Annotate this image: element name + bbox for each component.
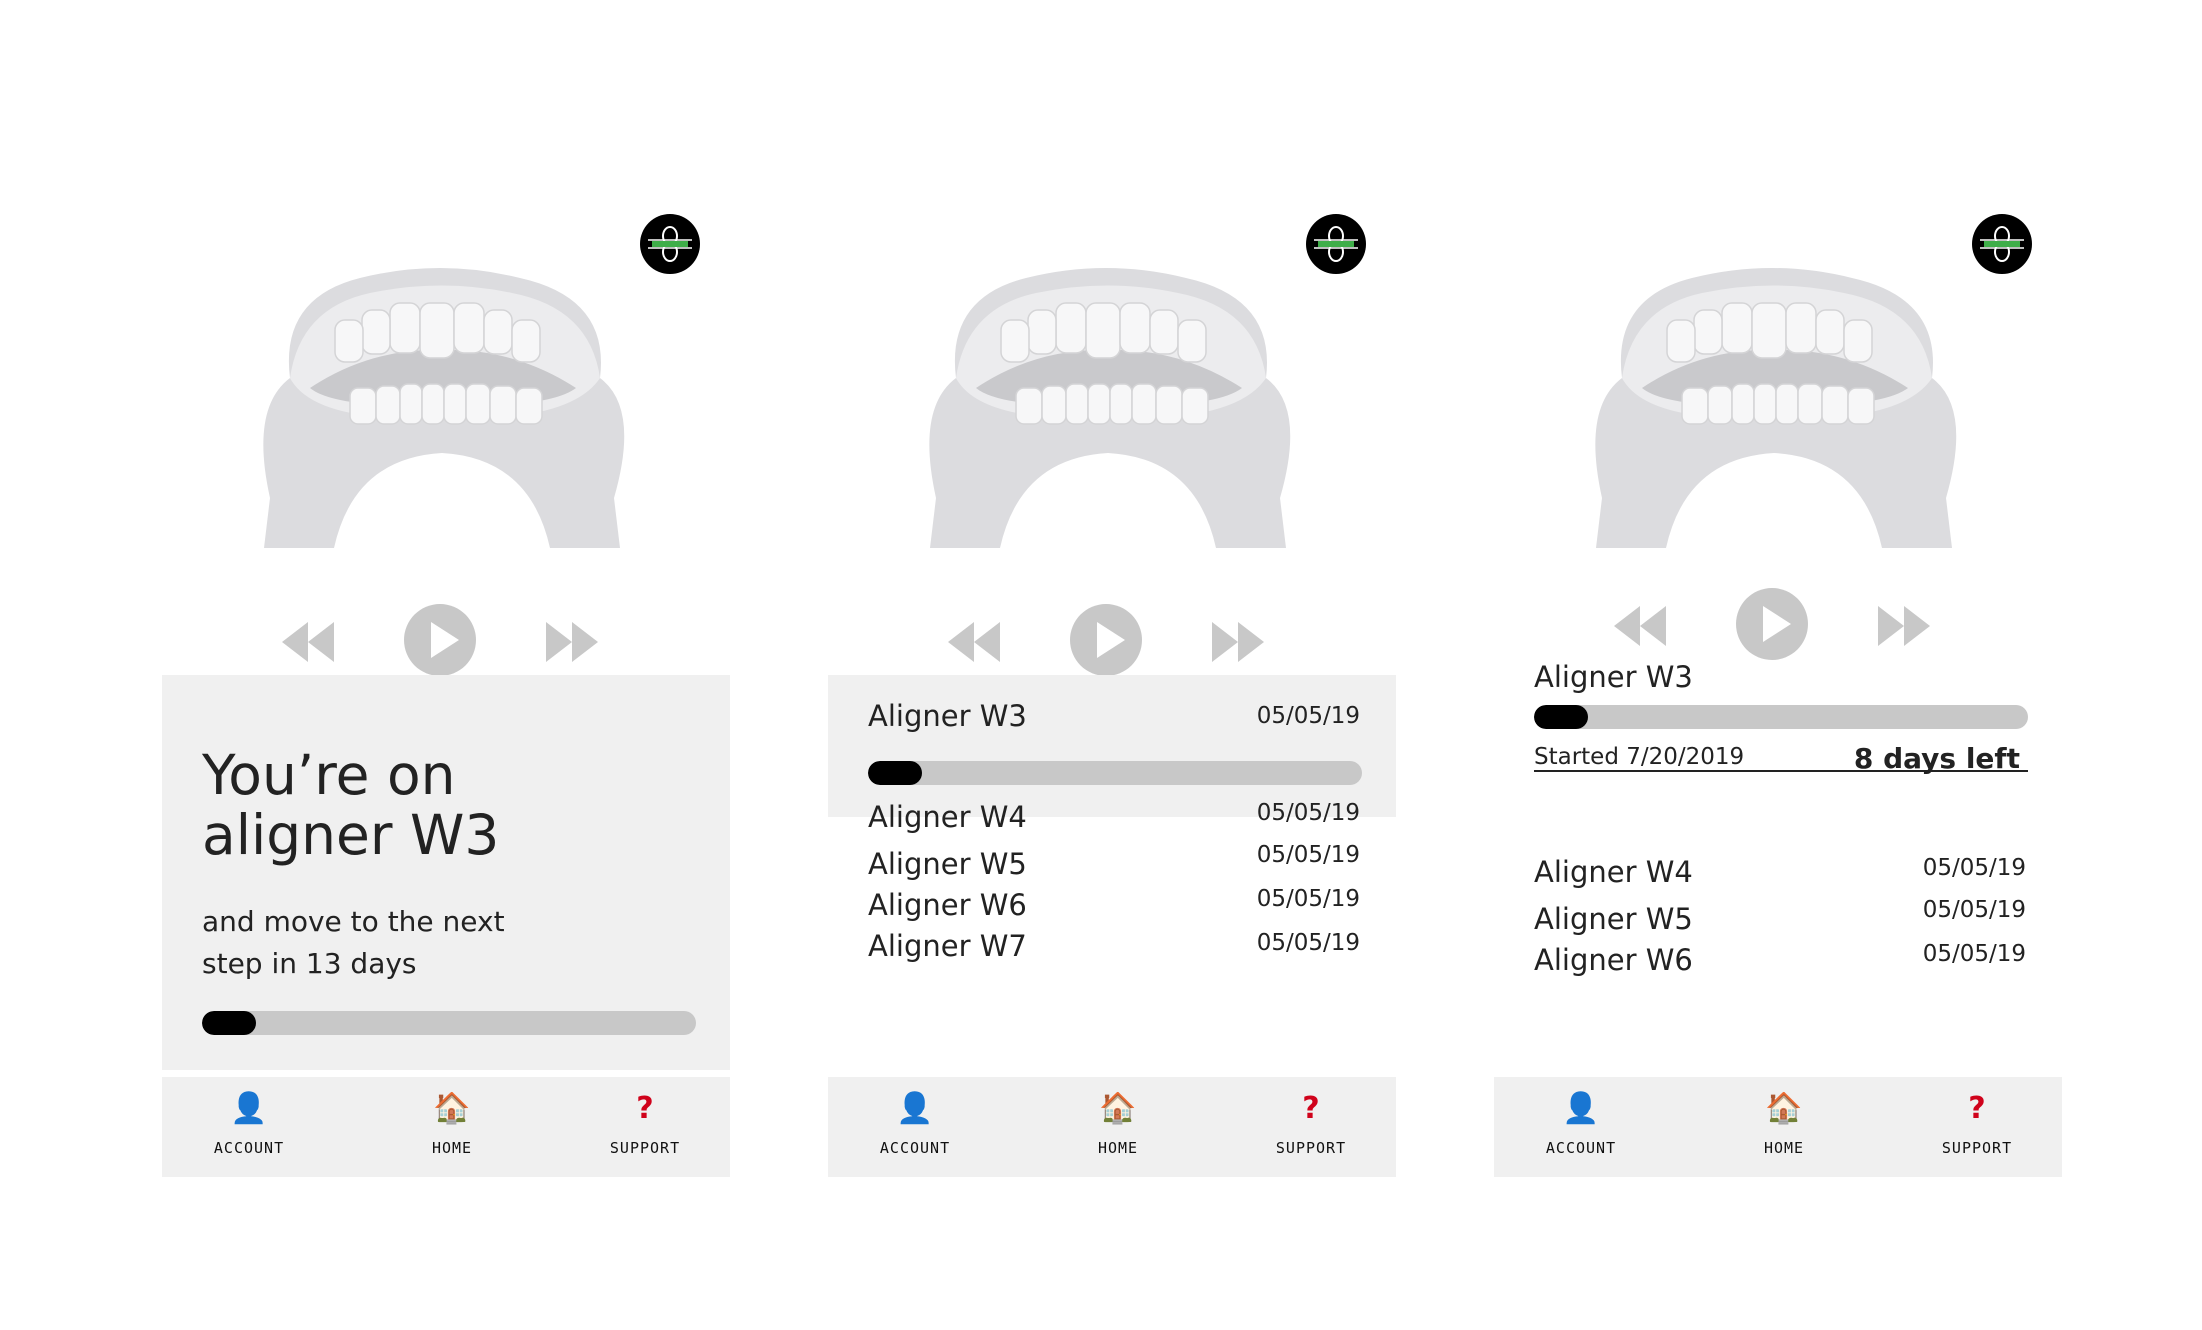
aligner-date: 05/05/19 — [1256, 703, 1360, 729]
aligner-name: Aligner W3 — [868, 699, 1027, 733]
current-aligner-row[interactable]: Aligner W3 05/05/19 — [828, 675, 1396, 817]
teeth-3d-model[interactable] — [916, 258, 1300, 548]
fast-forward-icon[interactable] — [1876, 604, 1932, 648]
aligner-logo-icon[interactable] — [640, 214, 700, 274]
question-icon: ? — [1302, 1091, 1320, 1126]
days-left: 8 days left — [1853, 742, 2020, 775]
person-icon: 👤 — [230, 1091, 268, 1126]
aligner-name: Aligner W3 — [1534, 660, 1693, 694]
aligner-logo-icon[interactable] — [1306, 214, 1366, 274]
rewind-icon[interactable] — [280, 620, 336, 664]
nav-support[interactable]: ? SUPPORT — [575, 1089, 715, 1157]
screen-detail: Aligner W3 Started 7/20/2019 8 days left… — [1494, 200, 2062, 1180]
house-icon: 🏠 — [1765, 1091, 1803, 1126]
screen-hero: You’re on aligner W3 and move to the next… — [162, 200, 730, 1180]
aligner-logo-icon[interactable] — [1972, 214, 2032, 274]
play-icon[interactable] — [402, 602, 478, 678]
house-icon: 🏠 — [1099, 1091, 1137, 1126]
fast-forward-icon[interactable] — [544, 620, 600, 664]
aligner-list: Aligner W4 05/05/19 Aligner W5 05/05/19 Al… — [868, 800, 1360, 963]
screen-list: Aligner W3 05/05/19 Aligner W4 05/05/19 A… — [828, 200, 1396, 1180]
fast-forward-icon[interactable] — [1210, 620, 1266, 664]
rewind-icon[interactable] — [946, 620, 1002, 664]
question-icon: ? — [1968, 1091, 1986, 1126]
bottom-nav: 👤 ACCOUNT 🏠 HOME ? SUPPORT — [1494, 1077, 2062, 1177]
nav-home[interactable]: 🏠 HOME — [1714, 1089, 1854, 1157]
nav-account[interactable]: 👤 ACCOUNT — [179, 1089, 319, 1157]
aligner-progress-bar — [202, 1011, 696, 1035]
rewind-icon[interactable] — [1612, 604, 1668, 648]
current-aligner-detail[interactable]: Aligner W3 Started 7/20/2019 8 days left — [1534, 660, 2028, 775]
hero-title: You’re on aligner W3 — [202, 743, 500, 867]
nav-support[interactable]: ? SUPPORT — [1907, 1089, 2047, 1157]
nav-support[interactable]: ? SUPPORT — [1241, 1089, 1381, 1157]
teeth-3d-model[interactable] — [1582, 258, 1966, 548]
nav-home[interactable]: 🏠 HOME — [1048, 1089, 1188, 1157]
house-icon: 🏠 — [433, 1091, 471, 1126]
hero-subtitle: and move to the next step in 13 days — [202, 905, 505, 980]
nav-account[interactable]: 👤 ACCOUNT — [1511, 1089, 1651, 1157]
bottom-nav: 👤 ACCOUNT 🏠 HOME ? SUPPORT — [162, 1077, 730, 1177]
current-aligner-card: You’re on aligner W3 and move to the next… — [162, 675, 730, 1070]
question-icon: ? — [636, 1091, 654, 1126]
nav-home[interactable]: 🏠 HOME — [382, 1089, 522, 1157]
aligner-list: Aligner W4 05/05/19 Aligner W5 05/05/19 Al… — [1534, 855, 2026, 977]
aligner-progress-bar — [1534, 705, 2028, 729]
nav-account[interactable]: 👤 ACCOUNT — [845, 1089, 985, 1157]
started-date: Started 7/20/2019 — [1534, 744, 1745, 770]
person-icon: 👤 — [1562, 1091, 1600, 1126]
teeth-3d-model[interactable] — [250, 258, 634, 548]
play-icon[interactable] — [1068, 602, 1144, 678]
play-icon[interactable] — [1734, 586, 1810, 662]
bottom-nav: 👤 ACCOUNT 🏠 HOME ? SUPPORT — [828, 1077, 1396, 1177]
person-icon: 👤 — [896, 1091, 934, 1126]
aligner-progress-bar — [868, 761, 1362, 785]
